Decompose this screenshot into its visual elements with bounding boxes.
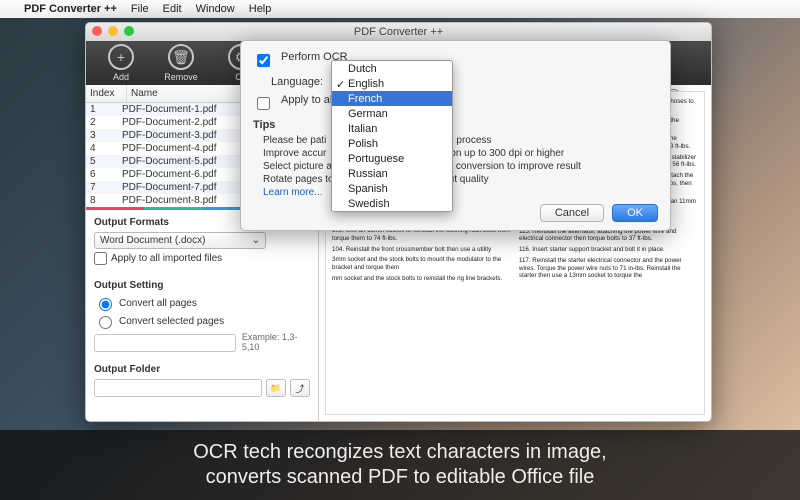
language-option[interactable]: French	[332, 91, 452, 106]
language-option[interactable]: Spanish	[332, 181, 452, 196]
ok-button[interactable]: OK	[612, 204, 658, 222]
language-label: Language:	[271, 76, 323, 88]
output-setting-label: Output Setting	[94, 280, 310, 291]
output-format-value: Word Document (.docx)	[100, 235, 205, 246]
titlebar: PDF Converter ++	[86, 23, 711, 41]
preview-text-line: 116. Insert starter support bracket and …	[519, 246, 698, 254]
cell-index: 1	[90, 104, 122, 115]
app-menu[interactable]: PDF Converter ++	[24, 3, 117, 15]
language-option[interactable]: Polish	[332, 136, 452, 151]
language-option[interactable]: English	[332, 76, 452, 91]
cell-index: 7	[90, 182, 122, 193]
cell-index: 8	[90, 195, 122, 206]
cancel-button[interactable]: Cancel	[540, 204, 604, 222]
remove-button[interactable]: 🗑 Remove	[154, 44, 208, 82]
apply-all-imported-label: Apply to all imported files	[111, 253, 222, 264]
perform-ocr-checkbox[interactable]	[257, 54, 270, 67]
chevron-updown-icon: ⌄	[252, 235, 260, 246]
cell-index: 4	[90, 143, 122, 154]
trash-icon: 🗑	[168, 44, 194, 70]
apply-all-imported-checkbox[interactable]	[94, 252, 107, 265]
output-setting-section: Output Setting Convert all pages Convert…	[86, 273, 318, 357]
learn-more-link[interactable]: Learn more...	[263, 187, 322, 198]
cell-index: 5	[90, 156, 122, 167]
cell-index: 2	[90, 117, 122, 128]
preview-text-line: mm socket and the stock bolts to reinsta…	[332, 275, 511, 283]
tips-section: Tips Please be patixxxxxxxxxxxxxxxxxxxxi…	[253, 119, 658, 198]
caption-line-1: OCR tech recongizes text characters in i…	[193, 440, 607, 465]
add-button[interactable]: + Add	[94, 44, 148, 82]
window-title: PDF Converter ++	[354, 26, 443, 38]
language-option[interactable]: German	[332, 106, 452, 121]
preview-text-line: 117. Reinstall the starter electrical co…	[519, 257, 698, 280]
close-window-button[interactable]	[92, 26, 102, 36]
convert-all-radio[interactable]	[99, 298, 112, 311]
remove-label: Remove	[164, 72, 198, 82]
output-folder-input[interactable]	[94, 379, 262, 397]
col-index[interactable]: Index	[86, 85, 127, 102]
plus-icon: +	[108, 44, 134, 70]
add-label: Add	[113, 72, 129, 82]
menu-window[interactable]: Window	[196, 3, 235, 15]
minimize-window-button[interactable]	[108, 26, 118, 36]
tip-2: Improve accurxxxxxxxxxxxxxxxxxxxesolutio…	[263, 148, 658, 159]
choose-folder-button[interactable]: ⤴	[290, 379, 310, 397]
menu-help[interactable]: Help	[249, 3, 272, 15]
preview-text-line: 3mm socket and the stock bolts to mount …	[332, 256, 511, 272]
tip-1: Please be patixxxxxxxxxxxxxxxxxxxxime to…	[263, 135, 658, 146]
tip-4: Rotate pages to also improve output qual…	[263, 174, 658, 185]
output-folder-label: Output Folder	[94, 364, 310, 375]
convert-selected-label: Convert selected pages	[119, 316, 224, 327]
page-range-example: Example: 1,3-5,10	[242, 332, 310, 352]
output-format-select[interactable]: Word Document (.docx) ⌄	[94, 232, 266, 249]
preview-text-line: 104. Reinstall the front crossmember bol…	[332, 246, 511, 254]
language-option[interactable]: Dutch	[332, 61, 452, 76]
convert-selected-radio[interactable]	[99, 316, 112, 329]
language-option[interactable]: Portuguese	[332, 151, 452, 166]
language-option[interactable]: Italian	[332, 121, 452, 136]
menu-edit[interactable]: Edit	[163, 3, 182, 15]
page-range-input[interactable]	[94, 334, 236, 352]
menu-file[interactable]: File	[131, 3, 149, 15]
ocr-sheet: Perform OCR Language: DutchEnglishFrench…	[240, 40, 671, 231]
tip-3: Select picture a ng an area) before conv…	[263, 161, 658, 172]
caption-line-2: converts scanned PDF to editable Office …	[206, 465, 595, 490]
cell-index: 3	[90, 130, 122, 141]
language-menu: DutchEnglishFrenchGermanItalianPolishPor…	[331, 60, 453, 212]
reveal-folder-button[interactable]: 📁	[266, 379, 286, 397]
tips-heading: Tips	[253, 119, 658, 131]
system-menubar: PDF Converter ++ File Edit Window Help	[0, 0, 800, 18]
language-option[interactable]: Russian	[332, 166, 452, 181]
language-option[interactable]: Swedish	[332, 196, 452, 211]
output-folder-section: Output Folder 📁 ⤴	[86, 357, 318, 402]
convert-all-label: Convert all pages	[119, 298, 197, 309]
marketing-caption: OCR tech recongizes text characters in i…	[0, 430, 800, 500]
apply-all-ocr-checkbox[interactable]	[257, 97, 270, 110]
zoom-window-button[interactable]	[124, 26, 134, 36]
cell-index: 6	[90, 169, 122, 180]
